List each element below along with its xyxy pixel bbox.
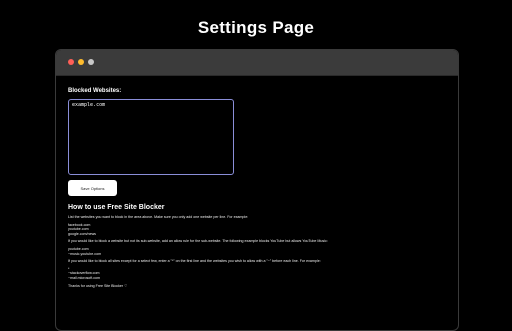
- howto-allowlist-text: If you would like to block all sites exc…: [68, 259, 321, 264]
- thanks-text: Thanks for using Free Site Blocker ♡: [68, 283, 128, 288]
- howto-intro-text: List the websites you want to block in t…: [68, 215, 249, 219]
- page-title: Settings Page: [197, 18, 315, 37]
- example-allowlist: * ~stackoverflow.com ~mail.microsoft.com: [68, 267, 446, 281]
- howto-allow-text: If you would like to block a website but…: [68, 239, 328, 244]
- example-allow-list: youtube.com ~music.youtube.com: [68, 247, 446, 256]
- maximize-window-dot-icon[interactable]: [88, 59, 94, 65]
- settings-content: Blocked Websites: example.com Save Optio…: [68, 88, 446, 291]
- blocked-websites-textarea[interactable]: example.com: [68, 99, 234, 175]
- minimize-window-dot-icon[interactable]: [78, 59, 84, 65]
- example-line: google.com/news: [68, 231, 96, 236]
- blocked-websites-label: Blocked Websites:: [68, 88, 122, 94]
- example-line: ~mail.microsoft.com: [68, 275, 101, 280]
- example-line: ~music.youtube.com: [68, 251, 102, 256]
- close-window-dot-icon[interactable]: [68, 59, 74, 65]
- howto-section: How to use Free Site Blocker List the we…: [68, 204, 446, 288]
- example-block-list: facebook.com youtube.com google.com/news: [68, 223, 446, 237]
- howto-title: How to use Free Site Blocker: [68, 204, 165, 211]
- save-options-button[interactable]: Save Options: [68, 180, 117, 196]
- browser-window: Blocked Websites: example.com Save Optio…: [55, 49, 459, 331]
- window-titlebar: [56, 50, 458, 76]
